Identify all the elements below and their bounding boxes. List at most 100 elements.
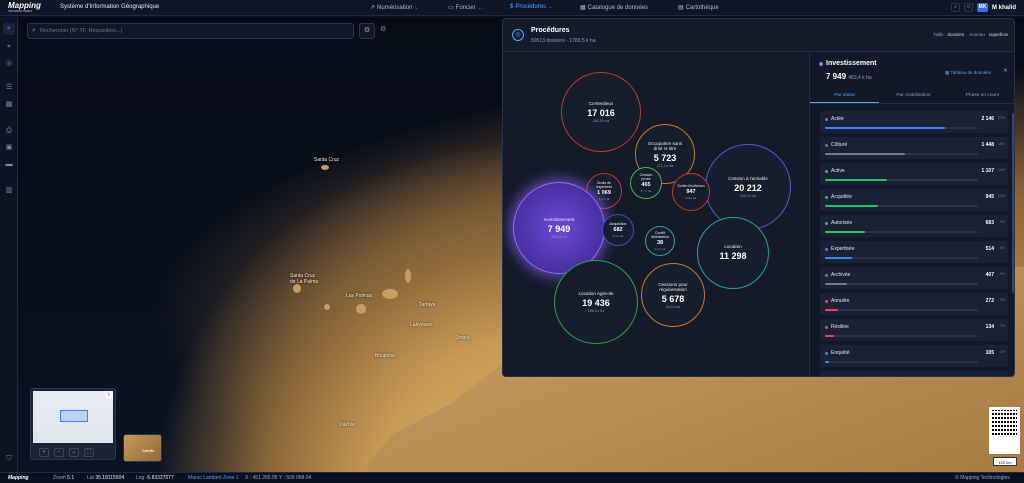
filter-button[interactable]: ⚙ <box>359 23 375 39</box>
print-icon[interactable]: ⎙ <box>3 125 15 137</box>
status-row[interactable]: Autorisée 683 9% <box>820 215 1008 237</box>
display-toggles[interactable]: Taille · dossiers Anneau · superficie <box>933 32 1008 37</box>
bubble-label: Investissement <box>543 217 575 222</box>
bubble-3[interactable]: Cession à l'amiable 20 212 163,4 k ha <box>705 144 791 230</box>
nav-foncier[interactable]: ▭ Foncier ⌄ <box>448 4 482 12</box>
progress-track <box>825 361 978 363</box>
user-name[interactable]: M khalid <box>992 5 1016 11</box>
nav-numerisation[interactable]: ↗ Numérisation ⌄ <box>370 4 419 12</box>
status-percent: 2% <box>999 324 1005 328</box>
toggle-size[interactable]: Taille · dossiers <box>933 32 964 37</box>
status-count: 94 <box>988 376 994 377</box>
brand-logo[interactable]: Mapping TECHNOLOGIES <box>8 1 41 13</box>
toggle-ring[interactable]: Anneau · superficie <box>969 32 1008 37</box>
zoom-out-button[interactable]: − <box>54 448 64 457</box>
bubble-area: 186,3 k ha <box>587 309 605 313</box>
status-row[interactable]: Active 1 107 14% <box>820 163 1008 185</box>
status-row[interactable]: Actée 2 146 27% <box>820 111 1008 133</box>
sun-icon[interactable]: ☼ <box>963 3 973 12</box>
status-count: 2 146 <box>981 116 994 122</box>
home-button[interactable]: ⌂ <box>69 448 79 457</box>
fullscreen-button[interactable]: ⛶ <box>84 448 94 457</box>
bubble-5[interactable]: Cession privée 465 5,7 k ha <box>630 167 662 199</box>
location-pin-icon[interactable]: ⌖ <box>3 41 15 53</box>
top-bar: Mapping TECHNOLOGIES Système d'Informatio… <box>0 0 1024 16</box>
nav-procedures[interactable]: $ Procédures ⌄ <box>510 4 552 10</box>
status-row[interactable]: Autorisée mutes 94 1% <box>820 371 1008 377</box>
status-label: Expertisée <box>825 246 855 252</box>
bubble-11[interactable]: Location Agricole 19 436 186,3 k ha <box>554 260 638 344</box>
map-label: Laâyoune <box>410 322 432 328</box>
bubble-1[interactable]: Contentieux 17 016 282,5 k ha <box>561 72 641 152</box>
tab-par-mobilisation[interactable]: Par mobilisation <box>879 90 948 103</box>
bubble-label: Location <box>724 244 742 249</box>
tab-phase-en-cours[interactable]: Phase en cours <box>948 90 1014 103</box>
gear-icon[interactable]: ⚙ <box>380 25 386 33</box>
close-icon[interactable]: ✕ <box>1003 67 1008 74</box>
search-input[interactable] <box>40 28 340 34</box>
bubble-area: 3,0 k ha <box>685 196 697 200</box>
table-icon: ▦ <box>945 70 950 75</box>
status-row[interactable]: Archivée 407 5% <box>820 267 1008 289</box>
bubble-area: 163,4 k ha <box>739 194 757 198</box>
map-label: Tarfaya <box>419 302 436 308</box>
data-table-button[interactable]: ▦ Tableau de données <box>935 67 1001 78</box>
bubble-9[interactable]: Conflit délimitation 38 0,1 k ha <box>645 226 675 256</box>
status-row[interactable]: Enquêté 105 1% <box>820 345 1008 367</box>
info-icon[interactable]: i <box>105 391 113 399</box>
avatar[interactable]: MK <box>976 3 988 12</box>
scale-bar: 100 km <box>993 457 1017 466</box>
grid-icon[interactable]: ▦ <box>3 99 15 111</box>
status-row[interactable]: Acquittée 945 12% <box>820 189 1008 211</box>
progress-fill <box>825 205 879 207</box>
search-icon[interactable]: ⌕ <box>3 23 15 35</box>
progress-track <box>825 335 978 337</box>
progress-fill <box>825 179 888 181</box>
bubble-value: 38 <box>656 240 664 246</box>
status-percent: 6% <box>999 246 1005 250</box>
status-count: 514 <box>985 246 994 252</box>
minimap[interactable]: i + − ⌂ ⛶ <box>30 388 116 460</box>
shield-icon[interactable]: ⛉ <box>3 453 15 465</box>
status-dot <box>825 169 828 173</box>
status-row[interactable]: Annulée 272 3% <box>820 293 1008 315</box>
tab-par-statut[interactable]: Par statut <box>810 90 879 103</box>
stats-icon[interactable]: ▥ <box>3 185 15 197</box>
nav-cartotheque[interactable]: ▤ Cartothèque <box>678 4 719 12</box>
bubble-area: 0,1 k ha <box>654 247 666 251</box>
progress-fill <box>825 335 834 337</box>
map-icon: ▤ <box>678 5 684 11</box>
bubble-label: Sortie d'indivision <box>677 184 705 188</box>
island <box>382 289 398 299</box>
system-title: Système d'Information Géographique <box>60 4 160 10</box>
bubble-label: Conflit délimitation <box>651 231 669 239</box>
list-icon[interactable]: ☰ <box>3 82 15 94</box>
bubble-8[interactable]: Acquisition 682 6,5 k ha <box>602 214 634 246</box>
bubble-10[interactable]: Location 11 298 <box>697 217 769 289</box>
camera-icon[interactable]: ▣ <box>3 142 15 154</box>
zoom-in-button[interactable]: + <box>39 448 49 457</box>
ruler-icon[interactable]: ▬ <box>3 159 15 171</box>
status-row[interactable]: Expertisée 514 6% <box>820 241 1008 263</box>
panel-header: ◎ Procédures 50513 dossiers · 1789,5 k h… <box>503 19 1014 52</box>
compass-icon[interactable]: ◎ <box>3 58 15 70</box>
bubble-value: 947 <box>686 189 696 195</box>
scrollbar[interactable] <box>1012 113 1014 293</box>
progress-fill <box>825 153 905 155</box>
bubble-area: 171,7 k ha <box>656 163 674 168</box>
search-bar[interactable]: ⌕ <box>27 23 354 39</box>
bubble-6[interactable]: Sortie d'indivision 947 3,0 k ha <box>672 173 710 211</box>
progress-track <box>825 231 978 233</box>
status-row[interactable]: Clôturé 1 448 18% <box>820 137 1008 159</box>
basemap-switcher[interactable]: Satellite <box>123 434 162 462</box>
bubble-12[interactable]: Cessions pour régularisation 5 678 44,3 k … <box>641 263 705 327</box>
nav-catalogue[interactable]: ▦ Catalogue de données <box>580 4 648 12</box>
minimap-viewport[interactable] <box>60 410 88 422</box>
bell-icon[interactable]: ♪ <box>950 3 960 12</box>
projection-selector[interactable]: Maroc Lambert Zone 1 <box>188 475 239 481</box>
bubble-value: 465 <box>641 182 651 188</box>
status-row[interactable]: Résiliée 134 2% <box>820 319 1008 341</box>
status-dot <box>825 221 828 225</box>
status-percent: 27% <box>997 116 1005 120</box>
status-percent: 1% <box>1000 376 1005 377</box>
